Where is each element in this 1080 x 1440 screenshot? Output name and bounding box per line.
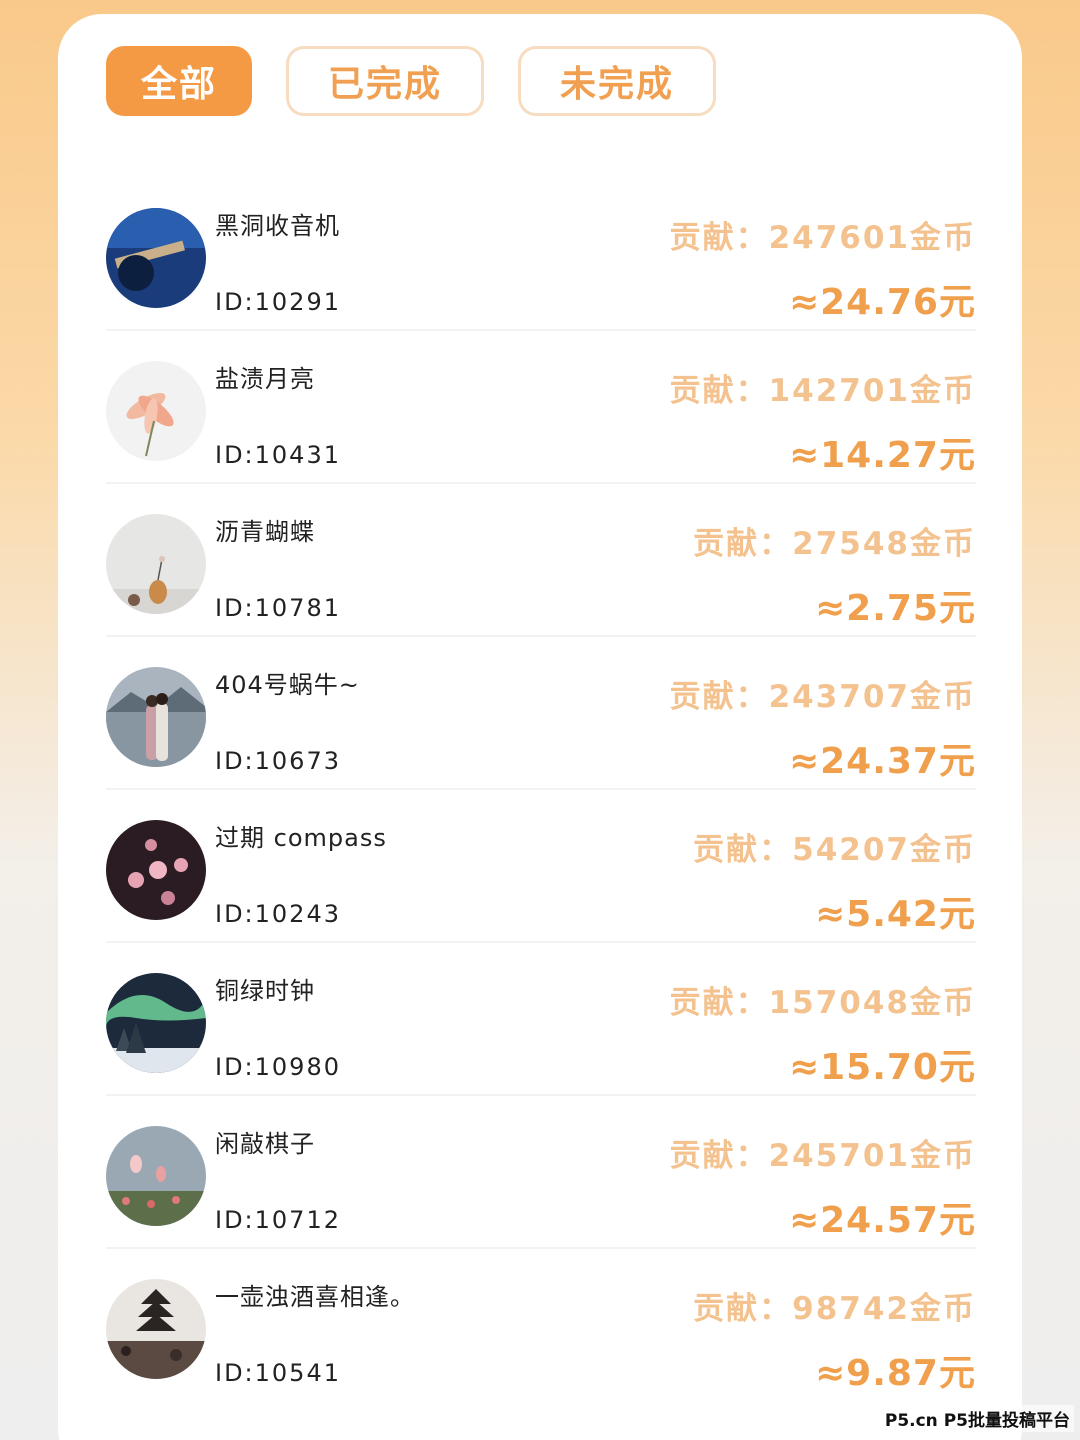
contribution-amount: ≈9.87元 xyxy=(814,1353,976,1394)
contribution-amount: ≈24.57元 xyxy=(788,1200,976,1241)
aurora-photo-icon xyxy=(106,973,206,1073)
contribution-coins: 贡献：245701金币 xyxy=(669,1138,976,1174)
tab-all[interactable]: 全部 xyxy=(106,46,252,116)
lily-flower-photo-icon xyxy=(106,361,206,461)
guitar-photo-icon xyxy=(106,208,206,308)
member-name: 404号蜗牛~ xyxy=(215,671,360,699)
member-id: ID:10431 xyxy=(215,441,341,469)
avatar xyxy=(106,973,206,1073)
tab-completed[interactable]: 已完成 xyxy=(286,46,484,116)
contribution-coins: 贡献：157048金币 xyxy=(669,985,976,1021)
contribution-amount: ≈24.76元 xyxy=(788,282,976,323)
tulip-field-photo-icon xyxy=(106,1126,206,1226)
contribution-coins: 贡献：247601金币 xyxy=(669,220,976,256)
avatar xyxy=(106,208,206,308)
avatar xyxy=(106,1279,206,1379)
list-item[interactable]: 过期 compass ID:10243 贡献：54207金币 ≈5.42元 xyxy=(106,790,976,943)
couple-lake-photo-icon xyxy=(106,667,206,767)
member-id: ID:10781 xyxy=(215,594,341,622)
member-list: 黑洞收音机 ID:10291 贡献：247601金币 ≈24.76元 盐渍月亮 … xyxy=(106,178,976,1402)
member-id: ID:10243 xyxy=(215,900,341,928)
member-id: ID:10673 xyxy=(215,747,341,775)
avatar xyxy=(106,1126,206,1226)
avatar xyxy=(106,667,206,767)
member-id: ID:10980 xyxy=(215,1053,341,1081)
member-list-card: 全部 已完成 未完成 黑洞收音机 ID:10291 贡献：247601金币 ≈2… xyxy=(58,14,1022,1440)
contribution-amount: ≈5.42元 xyxy=(814,894,976,935)
list-item[interactable]: 盐渍月亮 ID:10431 贡献：142701金币 ≈14.27元 xyxy=(106,331,976,484)
contribution-coins: 贡献：54207金币 xyxy=(693,832,976,868)
member-name: 闲敲棋子 xyxy=(215,1130,315,1158)
filter-tabs: 全部 已完成 未完成 xyxy=(106,46,716,116)
contribution-coins: 贡献：243707金币 xyxy=(669,679,976,715)
contribution-coins: 贡献：142701金币 xyxy=(669,373,976,409)
contribution-coins: 贡献：27548金币 xyxy=(693,526,976,562)
contribution-amount: ≈24.37元 xyxy=(788,741,976,782)
member-name: 盐渍月亮 xyxy=(215,365,315,393)
vase-still-life-photo-icon xyxy=(106,514,206,614)
member-id: ID:10291 xyxy=(215,288,341,316)
avatar xyxy=(106,514,206,614)
list-item[interactable]: 沥青蝴蝶 ID:10781 贡献：27548金币 ≈2.75元 xyxy=(106,484,976,637)
tab-incomplete[interactable]: 未完成 xyxy=(518,46,716,116)
contribution-coins: 贡献：98742金币 xyxy=(693,1291,976,1327)
member-id: ID:10541 xyxy=(215,1359,341,1387)
list-item[interactable]: 铜绿时钟 ID:10980 贡献：157048金币 ≈15.70元 xyxy=(106,943,976,1096)
member-name: 一壶浊酒喜相逢。 xyxy=(215,1283,415,1311)
contribution-amount: ≈2.75元 xyxy=(814,588,976,629)
member-name: 沥青蝴蝶 xyxy=(215,518,315,546)
avatar xyxy=(106,820,206,920)
contribution-amount: ≈14.27元 xyxy=(788,435,976,476)
contribution-amount: ≈15.70元 xyxy=(788,1047,976,1088)
member-name: 过期 compass xyxy=(215,824,387,852)
pink-blossom-photo-icon xyxy=(106,820,206,920)
list-item[interactable]: 404号蜗牛~ ID:10673 贡献：243707金币 ≈24.37元 xyxy=(106,637,976,790)
list-item[interactable]: 黑洞收音机 ID:10291 贡献：247601金币 ≈24.76元 xyxy=(106,178,976,331)
pagoda-street-photo-icon xyxy=(106,1279,206,1379)
list-item[interactable]: 闲敲棋子 ID:10712 贡献：245701金币 ≈24.57元 xyxy=(106,1096,976,1249)
member-id: ID:10712 xyxy=(215,1206,341,1234)
watermark: P5.cn P5批量投稿平台 xyxy=(880,1405,1074,1432)
member-name: 铜绿时钟 xyxy=(215,977,315,1005)
member-name: 黑洞收音机 xyxy=(215,212,340,240)
avatar xyxy=(106,361,206,461)
list-item[interactable]: 一壶浊酒喜相逢。 ID:10541 贡献：98742金币 ≈9.87元 xyxy=(106,1249,976,1402)
